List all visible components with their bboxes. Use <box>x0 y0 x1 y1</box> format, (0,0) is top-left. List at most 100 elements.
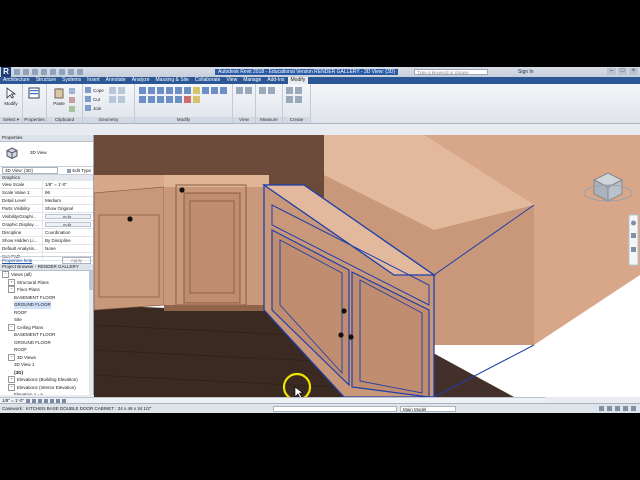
mirror-draw-icon[interactable] <box>166 87 173 94</box>
tab-annotate[interactable]: Annotate <box>103 77 129 84</box>
3d-view-icon[interactable] <box>77 69 83 75</box>
maximize-button[interactable]: □ <box>618 68 627 75</box>
browser-item[interactable]: + Elevations (Building Elevation) <box>0 376 93 384</box>
scrollbar-thumb[interactable] <box>89 270 93 290</box>
tab-structure[interactable]: Structure <box>33 77 59 84</box>
browser-item[interactable]: Site <box>0 316 93 324</box>
properties-button[interactable] <box>25 87 43 111</box>
filter-icon[interactable] <box>631 406 636 411</box>
browser-item[interactable]: ROOF <box>0 346 93 354</box>
collapse-icon[interactable]: − <box>2 271 9 279</box>
browser-item[interactable]: − Elevations (Interior Elevation) <box>0 383 93 392</box>
tab-modify[interactable]: Modify <box>287 77 309 84</box>
move-icon[interactable] <box>202 87 209 94</box>
text-icon[interactable] <box>68 69 74 75</box>
trim-multiple-icon[interactable] <box>157 96 164 103</box>
expand-icon[interactable]: + <box>8 278 15 286</box>
workset-field[interactable] <box>273 406 397 412</box>
delete-icon[interactable] <box>184 96 191 103</box>
close-button[interactable]: × <box>629 68 638 75</box>
tab-insert[interactable]: Insert <box>84 77 103 84</box>
tab-analyze[interactable]: Analyze <box>129 77 153 84</box>
mirror-axis-icon[interactable] <box>157 87 164 94</box>
collapse-icon[interactable]: − <box>8 383 15 391</box>
select-dropdown[interactable]: Select ▾ <box>0 117 22 123</box>
tab-systems[interactable]: Systems <box>59 77 84 84</box>
split-icon[interactable] <box>175 87 182 94</box>
cut-icon[interactable] <box>69 97 75 103</box>
array-icon[interactable] <box>166 96 173 103</box>
browser-item[interactable]: {3D} <box>0 369 93 377</box>
align-icon[interactable] <box>139 87 146 94</box>
prop-value[interactable]: By Discipline <box>43 237 93 244</box>
search-input[interactable]: Type a keyword or phrase <box>414 69 488 75</box>
override-icon[interactable] <box>245 87 252 94</box>
dimension-icon[interactable] <box>268 87 275 94</box>
copy-icon[interactable] <box>69 88 75 94</box>
prop-value[interactable]: 96 <box>43 189 93 196</box>
prop-value[interactable]: Coordination <box>43 229 93 236</box>
revit-logo-icon[interactable]: R <box>1 67 11 77</box>
trim-single-icon[interactable] <box>148 96 155 103</box>
browser-item[interactable]: GROUND FLOOR <box>0 339 93 347</box>
browser-item[interactable]: − Floor Plans <box>0 286 93 294</box>
edit-button[interactable]: Edit... <box>45 222 91 227</box>
save-icon[interactable] <box>23 69 29 75</box>
create-group-icon[interactable] <box>286 96 293 103</box>
prop-value[interactable]: None <box>43 245 93 252</box>
browser-item[interactable]: − Ceiling Plans <box>0 323 93 332</box>
tab-add-ins[interactable]: Add-Ins <box>264 77 287 84</box>
select-by-face-icon[interactable] <box>623 406 628 411</box>
match-icon[interactable] <box>69 106 75 112</box>
browser-item[interactable]: + Structural Plans <box>0 278 93 287</box>
select-pinned-icon[interactable] <box>615 406 620 411</box>
print-icon[interactable] <box>50 69 56 75</box>
measure-icon[interactable] <box>59 69 65 75</box>
offset-icon[interactable] <box>148 87 155 94</box>
undo-icon[interactable] <box>32 69 38 75</box>
prop-value[interactable]: 1/8" = 1'-0" <box>43 181 93 188</box>
3d-viewport[interactable] <box>94 135 640 397</box>
tab-collaborate[interactable]: Collaborate <box>192 77 224 84</box>
split-gap-icon[interactable] <box>184 87 191 94</box>
wall-joins-icon[interactable] <box>109 96 116 103</box>
measure-distance-icon[interactable] <box>259 87 266 94</box>
hide-icon[interactable] <box>236 87 243 94</box>
apply-button[interactable]: Apply <box>61 257 91 264</box>
collapse-icon[interactable]: − <box>8 286 15 294</box>
demolish-icon[interactable] <box>118 96 125 103</box>
paste-button[interactable]: Paste <box>50 87 68 111</box>
select-links-icon[interactable] <box>599 406 604 411</box>
create-parts-icon[interactable] <box>295 87 302 94</box>
select-underlay-icon[interactable] <box>607 406 612 411</box>
split-face-icon[interactable] <box>109 87 116 94</box>
cope-tool[interactable]: Cope <box>85 87 104 93</box>
unpin-icon[interactable] <box>193 96 200 103</box>
trim-icon[interactable] <box>139 96 146 103</box>
browser-item[interactable]: ROOF <box>0 309 93 317</box>
type-selector[interactable]: 3D View <box>0 142 93 167</box>
open-icon[interactable] <box>14 69 20 75</box>
modify-button[interactable]: Modify <box>2 87 20 111</box>
navigation-bar[interactable] <box>628 214 639 266</box>
scale-icon[interactable] <box>175 96 182 103</box>
create-similar-icon[interactable] <box>295 96 302 103</box>
browser-item[interactable]: −3D Views <box>0 353 93 362</box>
instance-dropdown[interactable]: 3D View: {3D} <box>2 167 58 174</box>
pin-icon[interactable] <box>193 87 200 94</box>
prop-value[interactable]: Show Original <box>43 205 93 212</box>
expand-icon[interactable]: + <box>8 376 15 384</box>
browser-item[interactable]: Elevation 1 - a <box>0 391 93 395</box>
prop-value[interactable]: Medium <box>43 197 93 204</box>
collapse-icon[interactable]: − <box>8 323 15 331</box>
cut-tool[interactable]: Cut <box>85 96 100 102</box>
browser-item[interactable]: − Views (all) <box>0 271 93 279</box>
redo-icon[interactable] <box>41 69 47 75</box>
properties-help-link[interactable]: Properties help <box>2 258 32 263</box>
create-assembly-icon[interactable] <box>286 87 293 94</box>
minimize-button[interactable]: – <box>607 68 616 75</box>
browser-item[interactable]: 3D View 1 <box>0 361 93 369</box>
sign-in-link[interactable]: Sign In <box>518 69 534 75</box>
browser-item[interactable]: GROUND FLOOR <box>0 301 93 309</box>
tab-architecture[interactable]: Architecture <box>0 77 33 84</box>
